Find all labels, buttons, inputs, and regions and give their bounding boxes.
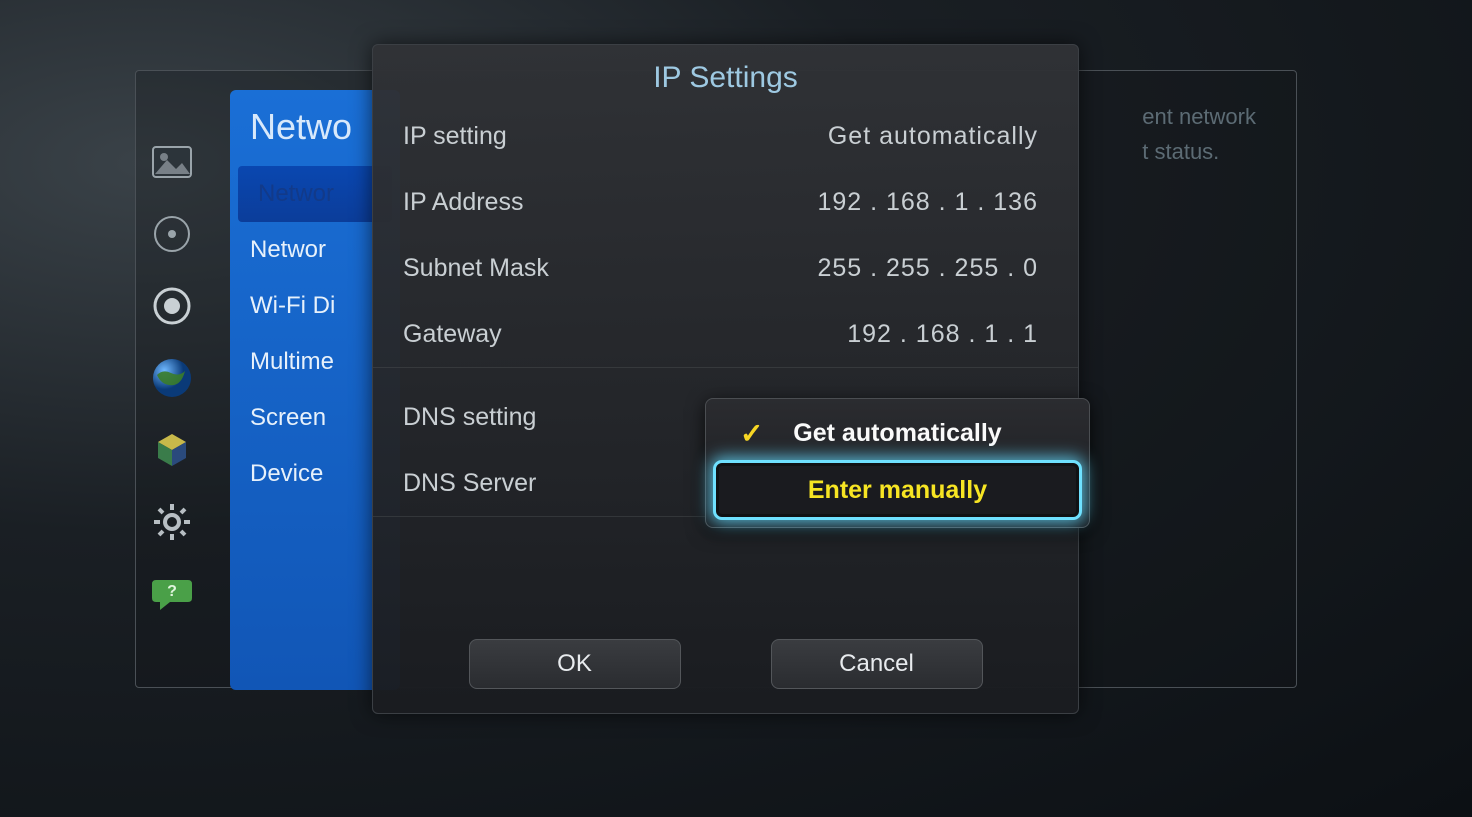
value-ip-address: 192 . 168 . 1 . 136 [817, 188, 1038, 217]
dialog-title: IP Settings [373, 45, 1078, 103]
channel-icon[interactable] [150, 284, 194, 328]
label-subnet-mask: Subnet Mask [403, 254, 549, 283]
svg-text:?: ? [167, 583, 177, 600]
dialog-button-row: OK Cancel [373, 639, 1078, 689]
cancel-button[interactable]: Cancel [771, 639, 983, 689]
category-icon-strip: ? [150, 140, 194, 616]
option-enter-manually[interactable]: Enter manually [716, 463, 1079, 517]
ip-settings-dialog: IP Settings IP setting Get automatically… [372, 44, 1079, 714]
row-subnet-mask[interactable]: Subnet Mask 255 . 255 . 255 . 0 [373, 235, 1078, 301]
background-description: ent network t status. [1142, 99, 1256, 169]
value-subnet-mask: 255 . 255 . 255 . 0 [817, 254, 1038, 283]
label-gateway: Gateway [403, 320, 502, 349]
label-dns-setting: DNS setting [403, 403, 536, 432]
sound-icon[interactable] [150, 212, 194, 256]
background-line-1: ent network [1142, 99, 1256, 134]
support-help-icon[interactable]: ? [150, 572, 194, 616]
label-ip-address: IP Address [403, 188, 523, 217]
row-gateway[interactable]: Gateway 192 . 168 . 1 . 1 [373, 301, 1078, 368]
option-enter-manually-label: Enter manually [808, 476, 987, 505]
check-icon: ✓ [740, 417, 763, 450]
ok-button[interactable]: OK [469, 639, 681, 689]
value-ip-setting: Get automatically [828, 122, 1038, 151]
option-get-automatically[interactable]: ✓ Get automatically [716, 409, 1079, 457]
smart-hub-cube-icon[interactable] [150, 428, 194, 472]
sidebar-item-network-status[interactable]: Networ [238, 166, 392, 222]
network-globe-icon[interactable] [150, 356, 194, 400]
label-ip-setting: IP setting [403, 122, 507, 151]
value-gateway: 192 . 168 . 1 . 1 [847, 320, 1038, 349]
label-dns-server: DNS Server [403, 469, 536, 498]
dns-setting-dropdown: ✓ Get automatically Enter manually [705, 398, 1090, 528]
option-get-automatically-label: Get automatically [793, 419, 1001, 448]
row-ip-setting[interactable]: IP setting Get automatically [373, 103, 1078, 169]
picture-icon[interactable] [150, 140, 194, 184]
background-line-2: t status. [1142, 134, 1256, 169]
row-ip-address[interactable]: IP Address 192 . 168 . 1 . 136 [373, 169, 1078, 235]
system-gear-icon[interactable] [150, 500, 194, 544]
